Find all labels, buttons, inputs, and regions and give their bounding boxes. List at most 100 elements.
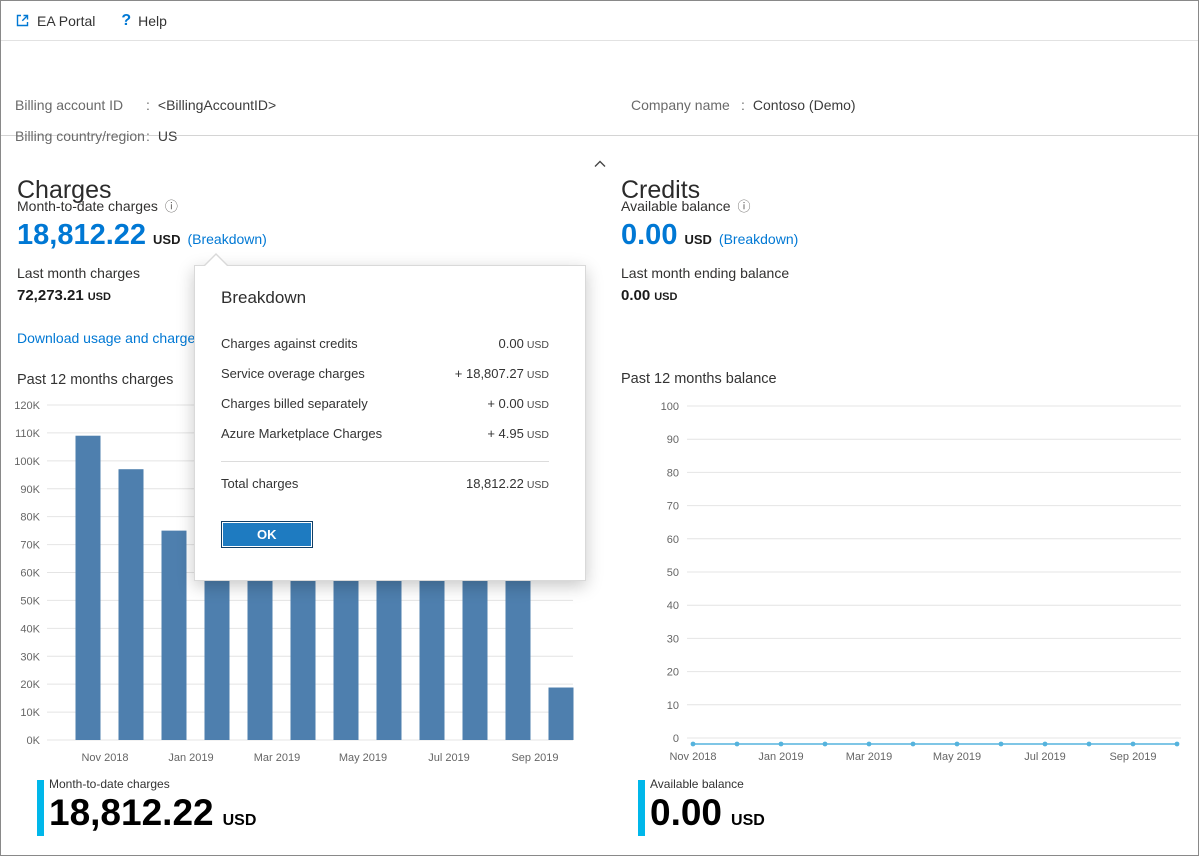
svg-text:60K: 60K [20, 568, 40, 580]
available-balance-currency: USD [684, 232, 711, 247]
last-month-balance-currency: USD [654, 291, 677, 303]
company-name-row: Company name : Contoso (Demo) [631, 97, 856, 114]
separator-colon: : [146, 128, 150, 145]
svg-text:60: 60 [667, 534, 679, 546]
svg-text:100K: 100K [14, 456, 40, 468]
available-balance-value-row: 0.00 USD (Breakdown) [621, 219, 798, 252]
svg-text:0: 0 [673, 733, 679, 745]
dialog-row-amount: + 0.00 [487, 396, 524, 411]
topbar: EA Portal Help [1, 1, 1198, 41]
svg-text:Sep 2019: Sep 2019 [511, 752, 558, 764]
svg-text:90: 90 [667, 434, 679, 446]
company-name-label: Company name [631, 97, 741, 114]
ea-portal-overview-page: EA Portal Help Billing account ID : <Bil… [0, 0, 1199, 856]
svg-text:May 2019: May 2019 [339, 752, 387, 764]
separator-colon: : [146, 97, 150, 114]
dialog-row-label: Charges against credits [221, 336, 358, 351]
charges-summary-currency: USD [223, 812, 257, 830]
charges-chart-title: Past 12 months charges [17, 372, 173, 388]
svg-text:10K: 10K [20, 707, 40, 719]
svg-text:40: 40 [667, 600, 679, 612]
ea-portal-link[interactable]: EA Portal [15, 13, 95, 29]
svg-text:90K: 90K [20, 484, 40, 496]
last-month-charges-currency: USD [88, 291, 111, 303]
company-name-value: Contoso (Demo) [753, 97, 856, 114]
charges-summary-amount: 18,812.22 [49, 792, 214, 834]
dialog-row-total-charges: Total charges 18,812.22USD [221, 461, 549, 491]
charges-summary-card: Month-to-date charges 18,812.22 USD [37, 777, 256, 834]
available-balance-amount: 0.00 [621, 219, 677, 252]
svg-text:Sep 2019: Sep 2019 [1109, 751, 1156, 763]
account-info-panel: Billing account ID : <BillingAccountID> … [1, 42, 1198, 136]
dialog-row-currency: USD [527, 429, 549, 441]
svg-text:50: 50 [667, 567, 679, 579]
svg-text:80K: 80K [20, 512, 40, 524]
mtd-charges-row: Month-to-date charges [17, 198, 178, 214]
mtd-charges-amount: 18,812.22 [17, 219, 146, 252]
svg-text:70K: 70K [20, 540, 40, 552]
svg-text:120K: 120K [14, 400, 40, 412]
svg-text:Jul 2019: Jul 2019 [1024, 751, 1066, 763]
svg-text:Jan 2019: Jan 2019 [168, 752, 213, 764]
billing-country-row: Billing country/region : US [15, 128, 177, 145]
billing-country-label: Billing country/region [15, 128, 146, 145]
ok-button[interactable]: OK [223, 523, 311, 546]
svg-text:10: 10 [667, 700, 679, 712]
dialog-total-currency: USD [527, 479, 549, 491]
dialog-row-label: Azure Marketplace Charges [221, 426, 382, 441]
dialog-row-charges-against-credits: Charges against credits 0.00USD [221, 336, 549, 351]
svg-text:Mar 2019: Mar 2019 [254, 752, 300, 764]
svg-text:80: 80 [667, 467, 679, 479]
last-month-balance-label: Last month ending balance [621, 265, 789, 281]
dialog-total-amount: 18,812.22 [466, 476, 524, 491]
svg-text:Jan 2019: Jan 2019 [758, 751, 803, 763]
info-icon[interactable] [738, 200, 751, 213]
credits-summary-currency: USD [731, 812, 765, 830]
dialog-total-label: Total charges [221, 476, 298, 491]
mtd-charges-currency: USD [153, 232, 180, 247]
svg-text:May 2019: May 2019 [933, 751, 981, 763]
credits-summary-card: Available balance 0.00 USD [638, 777, 765, 834]
svg-text:30K: 30K [20, 651, 40, 663]
billing-account-id-label: Billing account ID [15, 97, 146, 114]
ok-button-focus-ring: OK [221, 521, 313, 548]
dialog-row-currency: USD [527, 369, 549, 381]
svg-text:100: 100 [661, 401, 679, 413]
help-icon [121, 13, 131, 29]
svg-text:Mar 2019: Mar 2019 [846, 751, 892, 763]
svg-text:Nov 2018: Nov 2018 [81, 752, 128, 764]
collapse-panel-button[interactable] [585, 152, 614, 176]
dialog-row-billed-separately: Charges billed separately + 0.00USD [221, 396, 549, 411]
svg-text:40K: 40K [20, 623, 40, 635]
last-month-balance-value: 0.00 USD [621, 287, 677, 304]
charges-breakdown-link[interactable]: (Breakdown) [187, 231, 266, 247]
info-icon[interactable] [165, 200, 178, 213]
credits-summary-label: Available balance [650, 777, 765, 791]
chevron-up-icon [593, 160, 606, 168]
svg-text:70: 70 [667, 501, 679, 513]
last-month-charges-value: 72,273.21 USD [17, 287, 111, 304]
dialog-row-service-overage: Service overage charges + 18,807.27USD [221, 366, 549, 381]
credits-breakdown-link[interactable]: (Breakdown) [719, 231, 798, 247]
breakdown-dialog: Breakdown Charges against credits 0.00US… [194, 265, 586, 581]
billing-account-id-value: <BillingAccountID> [158, 97, 276, 114]
dialog-row-amount: + 18,807.27 [455, 366, 524, 381]
dialog-row-label: Service overage charges [221, 366, 365, 381]
available-balance-row: Available balance [621, 198, 751, 214]
svg-text:Nov 2018: Nov 2018 [669, 751, 716, 763]
summary-accent-bar [638, 780, 645, 836]
dialog-row-marketplace: Azure Marketplace Charges + 4.95USD [221, 426, 549, 441]
summary-accent-bar [37, 780, 44, 836]
svg-text:20: 20 [667, 667, 679, 679]
svg-text:0K: 0K [27, 735, 41, 747]
charges-summary-label: Month-to-date charges [49, 777, 256, 791]
dialog-row-label: Charges billed separately [221, 396, 368, 411]
dialog-callout-arrow [203, 253, 229, 266]
last-month-charges-label: Last month charges [17, 265, 140, 281]
mtd-charges-value-row: 18,812.22 USD (Breakdown) [17, 219, 267, 252]
external-link-icon [15, 13, 30, 28]
ea-portal-label: EA Portal [37, 13, 95, 29]
mtd-charges-label: Month-to-date charges [17, 198, 158, 214]
download-usage-link[interactable]: Download usage and charges [17, 330, 202, 346]
help-link[interactable]: Help [121, 13, 167, 29]
